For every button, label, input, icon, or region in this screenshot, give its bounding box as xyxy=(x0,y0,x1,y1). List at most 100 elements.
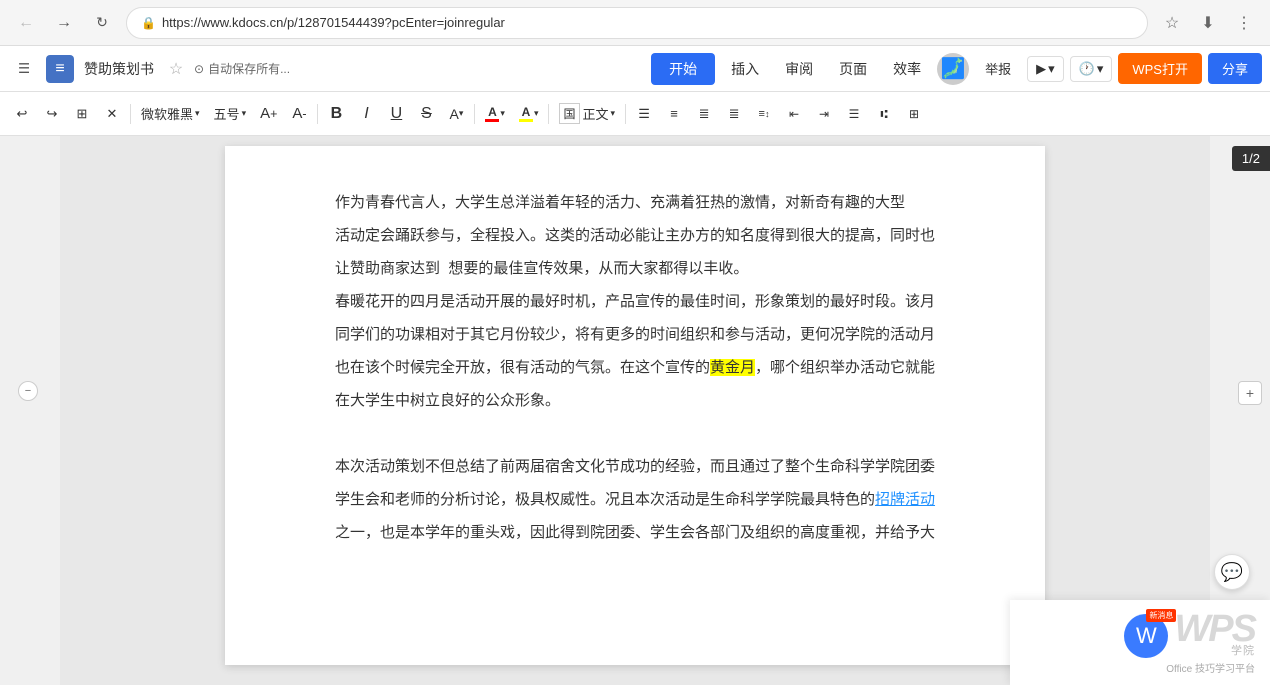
avatar[interactable]: 🗾 xyxy=(937,53,969,85)
align-left-button[interactable]: ☰ xyxy=(630,100,658,128)
download-button[interactable]: ⬇ xyxy=(1194,9,1222,37)
paragraph-9: 本次活动策划不但总结了前两届宿舍文化节成功的经验，而且通过了整个生命科学学院团委 xyxy=(305,450,965,483)
bullet-list-button[interactable]: ☰ xyxy=(840,100,868,128)
address-bar[interactable]: 🔒 xyxy=(126,7,1148,39)
font-color-label: A xyxy=(488,106,497,118)
indent-increase-button[interactable]: ⇥ xyxy=(810,100,838,128)
wps-promo-content: W 新消息 WPS 学院 Office 技巧学习平台 xyxy=(1124,610,1255,675)
paragraph-3: 让赞助商家达到 想要的最佳宣传效果，从而大家都得以丰收。 xyxy=(305,252,965,285)
new-message-badge: 新消息 xyxy=(1146,609,1176,622)
font-increase-button[interactable]: A+ xyxy=(254,100,283,128)
separator-4 xyxy=(548,104,549,124)
numbered-list-button[interactable]: ⑆ xyxy=(870,100,898,128)
doc-icon-letter: ≡ xyxy=(55,60,64,78)
wps-open-button[interactable]: WPS打开 xyxy=(1118,53,1202,84)
doc-title: 赞助策划书 xyxy=(84,59,154,79)
font-color-button[interactable]: A ▾ xyxy=(479,100,511,128)
autosave-icon: ⊙ xyxy=(194,62,204,76)
separator-3 xyxy=(474,104,475,124)
font-color-indicator xyxy=(485,119,499,122)
chat-button[interactable]: 💬 xyxy=(1214,554,1250,590)
highlight-indicator xyxy=(519,119,533,122)
redo-button[interactable]: ↪ xyxy=(38,100,66,128)
separator-1 xyxy=(130,104,131,124)
separator-5 xyxy=(625,104,626,124)
doc-icon: ≡ xyxy=(46,55,74,83)
paragraph-2: 活动定会踊跃参与，全程投入。这类的活动必能让主办方的知名度得到很大的提高，同时也 xyxy=(305,219,965,252)
tab-efficiency[interactable]: 效率 xyxy=(883,53,931,85)
paragraph-style-arrow: ▾ xyxy=(611,108,616,119)
align-center-button[interactable]: ≡ xyxy=(660,100,688,128)
font-family-dropdown[interactable]: 微软雅黑 ▾ xyxy=(135,100,206,128)
bookmark-button[interactable]: ☆ xyxy=(1158,9,1186,37)
page-indicator: 1/2 xyxy=(1232,146,1270,171)
highlighted-text: 黄金月 xyxy=(710,359,755,376)
add-comment-button[interactable]: + xyxy=(1238,381,1262,405)
collapse-paragraph-button[interactable]: − xyxy=(18,381,38,401)
lock-icon: 🔒 xyxy=(141,16,156,30)
font-family-arrow: ▾ xyxy=(195,108,200,119)
favorite-button[interactable]: ☆ xyxy=(164,57,188,81)
bold-button[interactable]: B xyxy=(322,100,350,128)
highlight-label: A xyxy=(522,106,531,118)
paragraph-11: 之一，也是本学年的重头戏，因此得到院团委、学生会各部门及组织的高度重视，并给予大 xyxy=(305,516,965,549)
clear-format-button[interactable]: ✕ xyxy=(98,100,126,128)
video-dropdown[interactable]: ▶ ▾ xyxy=(1027,56,1064,82)
clock-icon: 🕐 xyxy=(1079,61,1095,77)
highlight-arrow: ▾ xyxy=(534,108,539,119)
align-right-button[interactable]: ≣ xyxy=(690,100,718,128)
font-decrease-button[interactable]: A- xyxy=(285,100,313,128)
paragraph-blank xyxy=(305,417,965,450)
share-button[interactable]: 分享 xyxy=(1208,53,1262,84)
doc-content: 作为青春代言人，大学生总洋溢着年轻的活力、充满着狂热的激情，对新奇有趣的大型 活… xyxy=(305,186,965,549)
paragraph-label: 正文 xyxy=(583,104,609,123)
tab-review[interactable]: 审阅 xyxy=(775,53,823,85)
font-family-label: 微软雅黑 xyxy=(141,104,193,123)
paragraph-style-label: 国 xyxy=(559,103,579,124)
font-size-change-button[interactable]: A▾ xyxy=(442,100,470,128)
menu-button[interactable]: ⋮ xyxy=(1230,9,1258,37)
autosave-label: 自动保存所有... xyxy=(208,60,290,77)
paragraph-6: 也在该个时候完全开放，很有活动的气氛。在这个宣传的黄金月，哪个组织举办活动它就能 xyxy=(305,351,965,384)
browser-actions: ☆ ⬇ ⋮ xyxy=(1158,9,1258,37)
back-button[interactable]: ← xyxy=(12,9,40,37)
separator-2 xyxy=(317,104,318,124)
wps-logo-row: W 新消息 WPS 学院 xyxy=(1124,610,1255,658)
wps-subtitle: Office 技巧学习平台 xyxy=(1166,660,1255,675)
align-justify-button[interactable]: ≣ xyxy=(720,100,748,128)
indent-decrease-button[interactable]: ⇤ xyxy=(780,100,808,128)
paragraph-style-dropdown[interactable]: 国 正文 ▾ xyxy=(553,100,621,128)
wps-text-area: WPS 学院 xyxy=(1174,610,1255,658)
clock-dropdown[interactable]: 🕐 ▾ xyxy=(1070,56,1113,82)
reload-button[interactable]: ↻ xyxy=(88,9,116,37)
tab-page[interactable]: 页面 xyxy=(829,53,877,85)
forward-button[interactable]: → xyxy=(50,9,78,37)
tab-start[interactable]: 开始 xyxy=(651,53,715,85)
paragraph-1: 作为青春代言人，大学生总洋溢着年轻的活力、充满着狂热的激情，对新奇有趣的大型 xyxy=(305,186,965,219)
font-size-label: 五号 xyxy=(214,104,240,123)
underline-button[interactable]: U xyxy=(382,100,410,128)
app-toolbar: ☰ ≡ 赞助策划书 ☆ ⊙ 自动保存所有... 开始 插入 审阅 页面 效率 🗾… xyxy=(0,46,1270,92)
highlight-button[interactable]: A ▾ xyxy=(513,100,545,128)
main-area: − 作为青春代言人，大学生总洋溢着年轻的活力、充满着狂热的激情，对新奇有趣的大型… xyxy=(0,136,1270,685)
format-toolbar: ↩ ↪ ⊞ ✕ 微软雅黑 ▾ 五号 ▾ A+ A- B I U S A▾ A ▾… xyxy=(0,92,1270,136)
font-color-arrow: ▾ xyxy=(500,108,505,119)
tab-insert[interactable]: 插入 xyxy=(721,53,769,85)
clock-dropdown-arrow: ▾ xyxy=(1097,61,1104,77)
hamburger-button[interactable]: ☰ xyxy=(8,53,40,85)
paragraph-4: 春暖花开的四月是活动开展的最好时机，产品宣传的最佳时间，形象策划的最好时段。该月 xyxy=(305,285,965,318)
table-button[interactable]: ⊞ xyxy=(900,100,928,128)
report-button[interactable]: 举报 xyxy=(975,53,1021,84)
link-text[interactable]: 招牌活动 xyxy=(875,491,935,508)
url-input[interactable] xyxy=(162,15,1133,30)
font-size-dropdown[interactable]: 五号 ▾ xyxy=(208,100,253,128)
italic-button[interactable]: I xyxy=(352,100,380,128)
autosave-indicator: ⊙ 自动保存所有... xyxy=(194,60,290,77)
undo-button[interactable]: ↩ xyxy=(8,100,36,128)
line-spacing-button[interactable]: ≡↕ xyxy=(750,100,778,128)
paragraph-5: 同学们的功课相对于其它月份较少，将有更多的时间组织和参与活动，更何况学院的活动月 xyxy=(305,318,965,351)
wps-mascot-area: W 新消息 xyxy=(1124,614,1168,658)
paragraph-7: 在大学生中树立良好的公众形象。 xyxy=(305,384,965,417)
strikethrough-button[interactable]: S xyxy=(412,100,440,128)
format-painter-button[interactable]: ⊞ xyxy=(68,100,96,128)
